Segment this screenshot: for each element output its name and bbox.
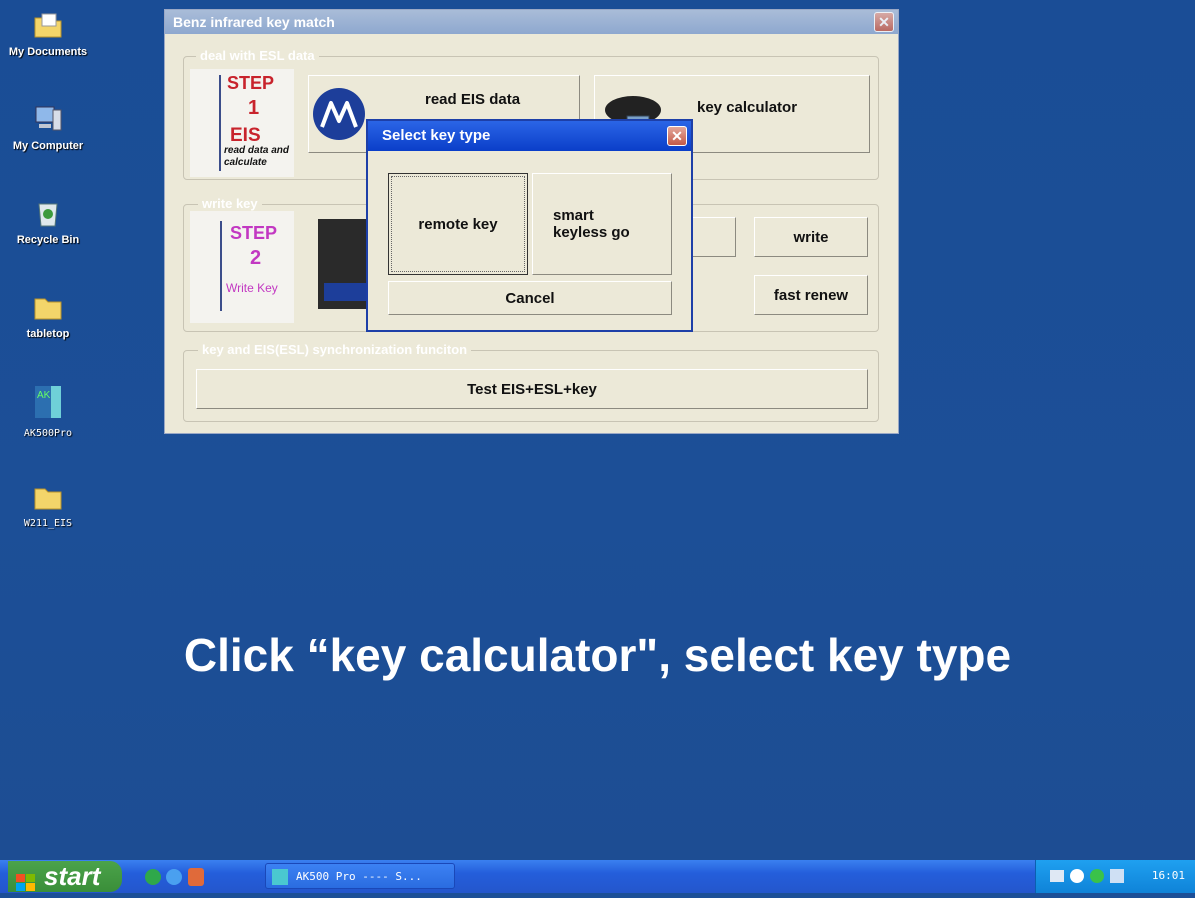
- step-name: EIS: [230, 125, 261, 146]
- remote-key-label: remote key: [418, 215, 498, 233]
- desktop-icon-w211-eis[interactable]: W211_EIS: [6, 482, 90, 529]
- fast-renew-label: fast renew: [773, 286, 849, 304]
- step-name: Write Key: [226, 281, 278, 295]
- step-number: 2: [250, 247, 262, 269]
- desktop-icon-label: Recycle Bin: [16, 234, 80, 246]
- tray-status-icon[interactable]: [1090, 869, 1104, 883]
- desktop: My Documents My Computer Recycle Bin tab…: [0, 0, 1195, 860]
- desktop-icon-tabletop[interactable]: tabletop: [6, 292, 90, 340]
- group-legend: deal with ESL data: [196, 48, 319, 63]
- smart-label-line2: keyless go: [553, 224, 630, 241]
- dialog-title: Select key type: [368, 121, 691, 151]
- task-label: AK500 Pro ---- S...: [296, 870, 422, 883]
- computer-icon: [33, 104, 63, 134]
- step-description: read data and calculate: [224, 145, 290, 168]
- window-title: Benz infrared key match: [165, 10, 898, 34]
- test-eis-esl-key-button[interactable]: Test EIS+ESL+key: [196, 369, 868, 409]
- motorola-logo-icon: [313, 88, 365, 140]
- desktop-icon-label: W211_EIS: [23, 518, 73, 529]
- clock: 16:01: [1151, 869, 1185, 882]
- quicklaunch-media-icon[interactable]: [188, 868, 204, 886]
- window-close-button[interactable]: ✕: [874, 12, 894, 32]
- sync-function-group: key and EIS(ESL) synchronization funcito…: [183, 342, 879, 422]
- smart-label-line1: smart: [553, 207, 594, 224]
- ak500-app-icon: AK: [33, 384, 63, 422]
- smart-keyless-go-button[interactable]: smart keyless go: [532, 173, 672, 275]
- desktop-icon-label: tabletop: [26, 328, 70, 340]
- tray-arrow-icon[interactable]: [1070, 869, 1084, 883]
- key-calculator-label: key calculator: [697, 98, 798, 116]
- windows-logo-icon: [16, 868, 36, 891]
- test-label: Test EIS+ESL+key: [467, 380, 597, 398]
- taskbar: start AK500 Pro ---- S... 16:01: [0, 860, 1195, 893]
- step-word: STEP: [227, 73, 275, 93]
- quicklaunch-ie-icon[interactable]: [166, 869, 182, 885]
- instruction-caption: Click “key calculator", select key type: [183, 629, 1012, 681]
- step2-card: STEP 2 Write Key: [190, 211, 294, 323]
- start-button[interactable]: start: [8, 861, 122, 892]
- read-eis-label: read EIS data: [425, 90, 521, 108]
- cancel-label: Cancel: [505, 289, 555, 307]
- network-icon[interactable]: [1050, 870, 1064, 882]
- divider: [219, 75, 221, 171]
- quicklaunch-browser-icon[interactable]: [145, 869, 161, 885]
- select-key-type-dialog: Select key type ✕ remote key smart keyle…: [366, 119, 693, 332]
- divider: [220, 221, 222, 311]
- volume-icon[interactable]: [1110, 869, 1124, 883]
- ak500-task-icon: [272, 869, 288, 885]
- system-tray: 16:01: [1035, 860, 1195, 893]
- desktop-icon-label: AK500Pro: [23, 428, 73, 439]
- device-label: [324, 283, 372, 301]
- folder-icon: [33, 482, 63, 512]
- desktop-icon-my-documents[interactable]: My Documents: [6, 10, 90, 58]
- desktop-icon-label: My Documents: [8, 46, 88, 58]
- svg-text:AK: AK: [37, 390, 51, 401]
- folder-icon: [33, 292, 63, 322]
- desktop-icon-ak500pro[interactable]: AK AK500Pro: [6, 384, 90, 439]
- group-legend: key and EIS(ESL) synchronization funcito…: [198, 342, 472, 357]
- desktop-icon-recycle-bin[interactable]: Recycle Bin: [6, 198, 90, 246]
- step1-card: STEP 1 EIS read data and calculate: [190, 69, 294, 177]
- remote-key-button[interactable]: remote key: [388, 173, 528, 275]
- desktop-icon-label: My Computer: [12, 140, 84, 152]
- step-number: 1: [248, 97, 260, 119]
- taskbar-item-ak500[interactable]: AK500 Pro ---- S...: [265, 863, 455, 889]
- step-word: STEP: [230, 223, 278, 243]
- write-button[interactable]: write: [754, 217, 868, 257]
- cancel-button[interactable]: Cancel: [388, 281, 672, 315]
- desktop-icon-my-computer[interactable]: My Computer: [6, 104, 90, 152]
- folder-documents-icon: [33, 10, 63, 40]
- dialog-close-button[interactable]: ✕: [667, 126, 687, 146]
- recycle-bin-icon: [33, 198, 63, 228]
- start-label: start: [44, 861, 101, 891]
- fast-renew-button[interactable]: fast renew: [754, 275, 868, 315]
- hidden-button[interactable]: [688, 217, 736, 257]
- group-legend: write key: [198, 196, 262, 211]
- write-label: write: [793, 228, 829, 246]
